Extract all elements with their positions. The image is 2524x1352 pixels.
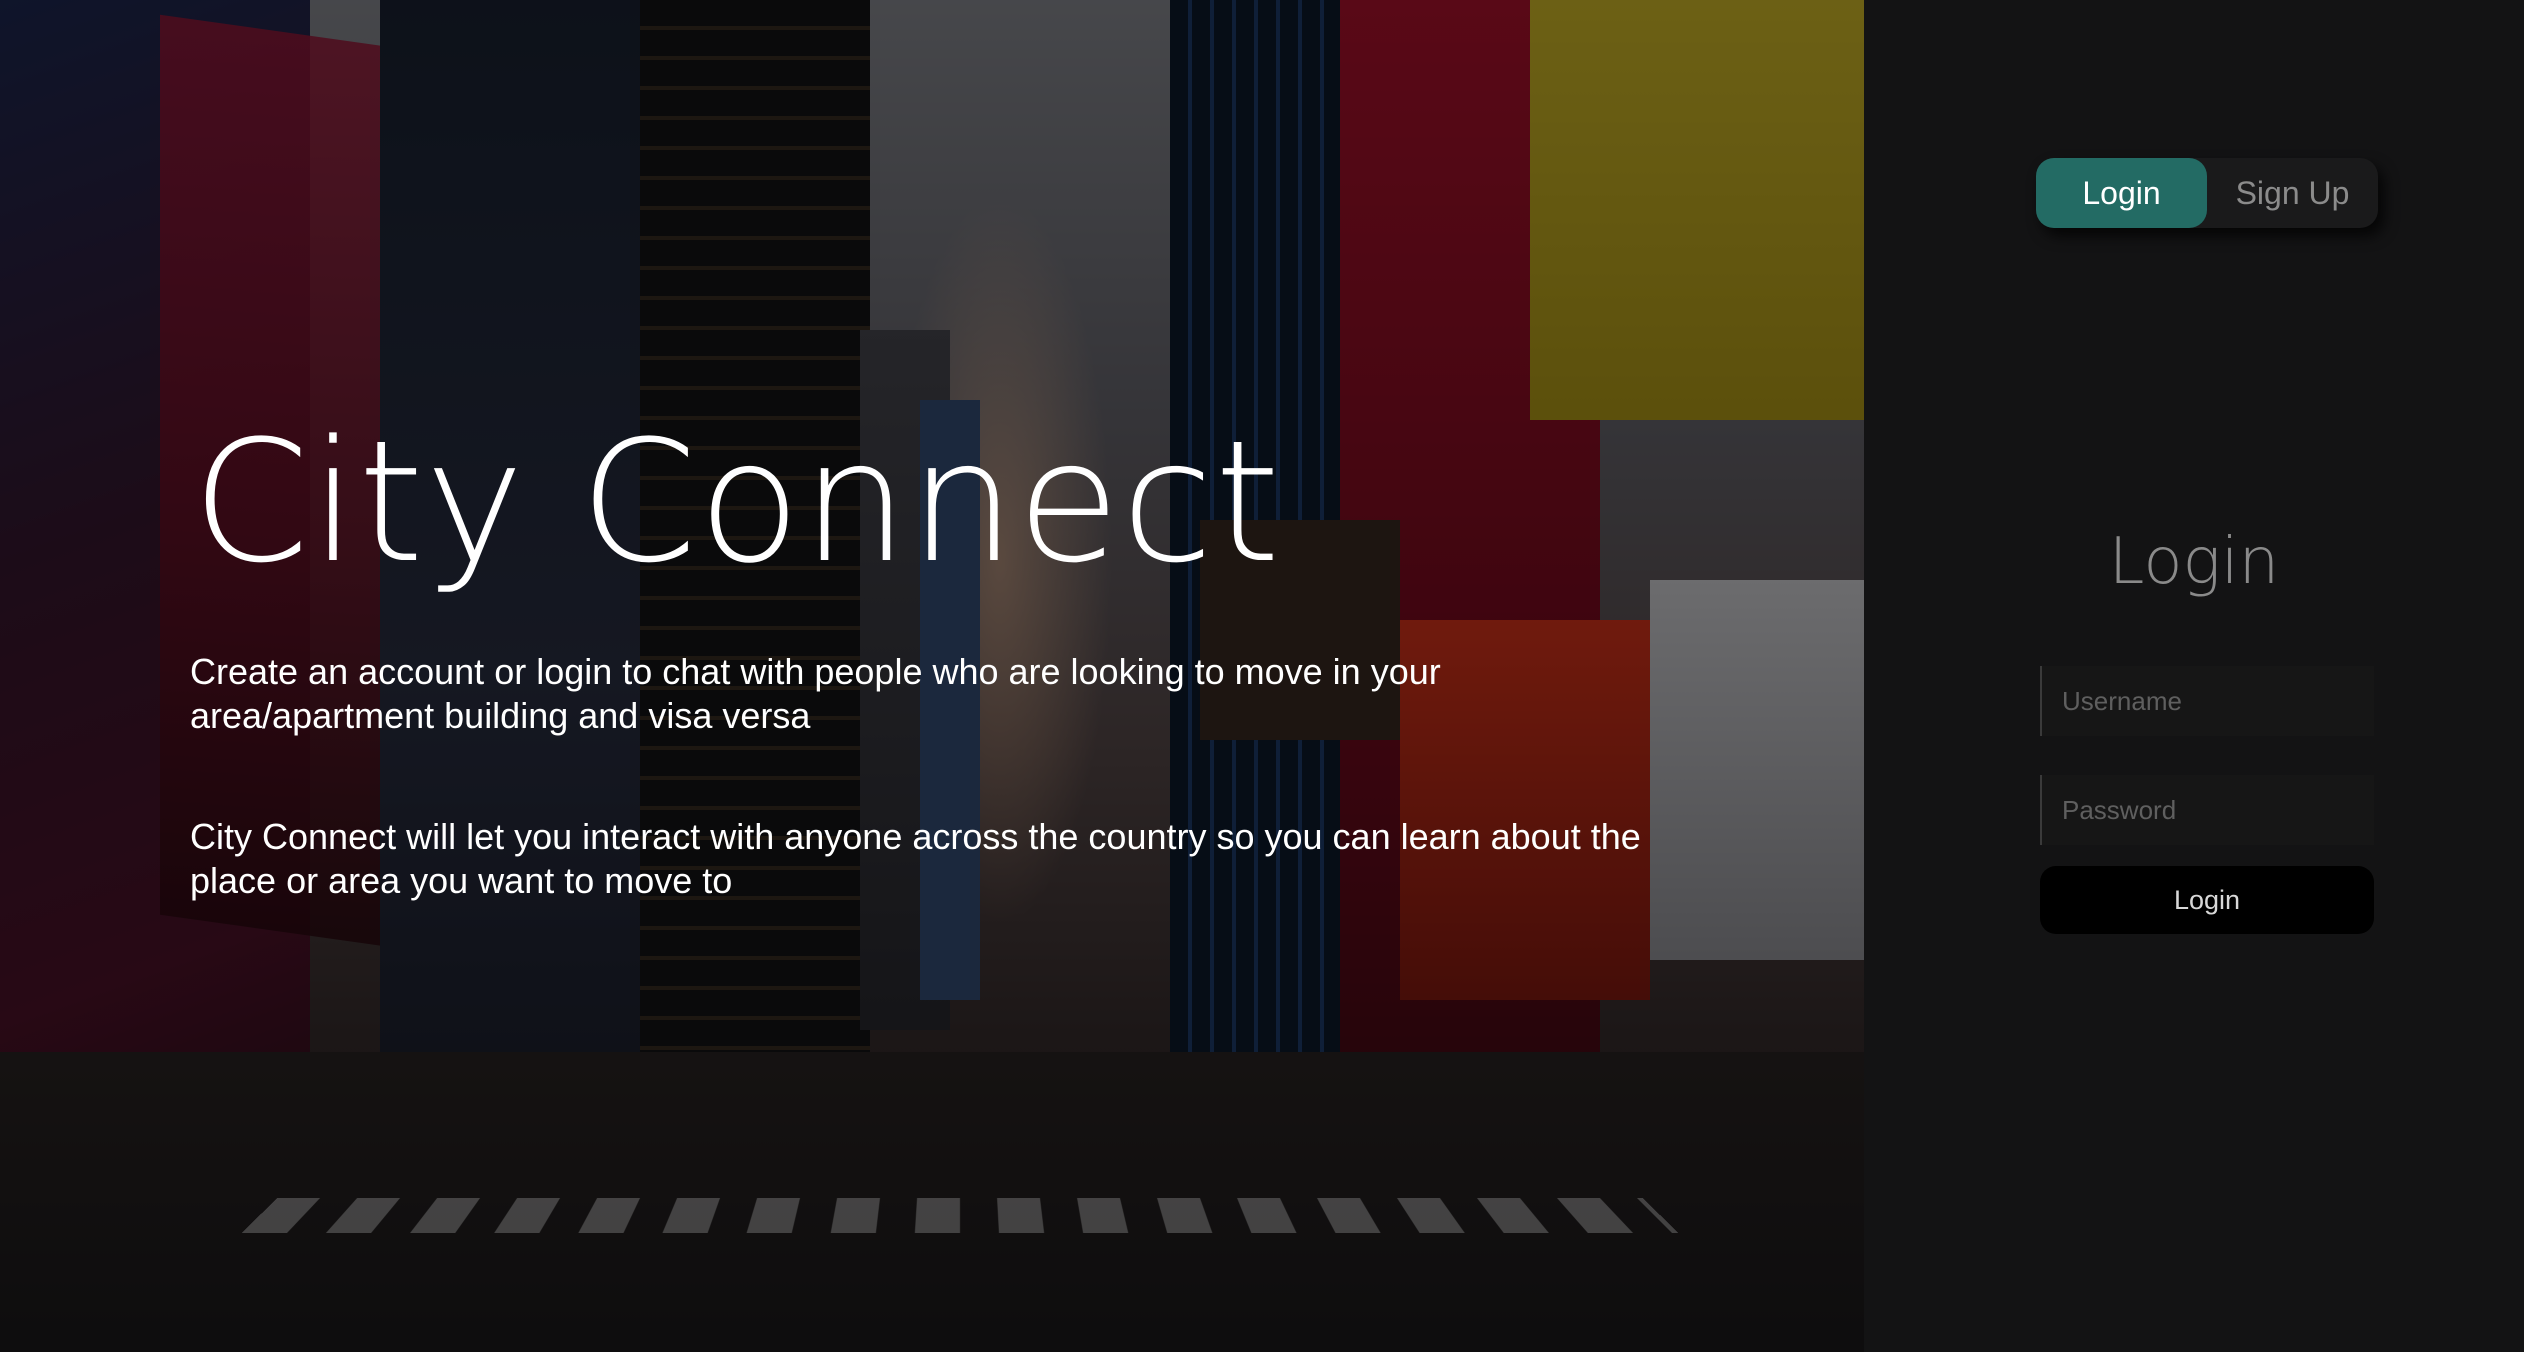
login-button[interactable]: Login xyxy=(2040,866,2374,934)
hero-title: City Connect xyxy=(192,404,1282,600)
username-field[interactable] xyxy=(2040,666,2374,736)
hero-description-2: City Connect will let you interact with … xyxy=(190,816,1641,901)
tab-signup[interactable]: Sign Up xyxy=(2207,158,2378,228)
auth-mode-toggle: Login Sign Up xyxy=(2036,158,2378,228)
hero-description-1: Create an account or login to chat with … xyxy=(190,651,1441,736)
form-title: Login xyxy=(2108,525,2280,599)
hero-section: City Connect Create an account or login … xyxy=(0,0,1864,1352)
tab-login[interactable]: Login xyxy=(2036,158,2207,228)
password-field[interactable] xyxy=(2040,775,2374,845)
auth-panel: Login Sign Up Login Login xyxy=(1864,0,2524,1352)
